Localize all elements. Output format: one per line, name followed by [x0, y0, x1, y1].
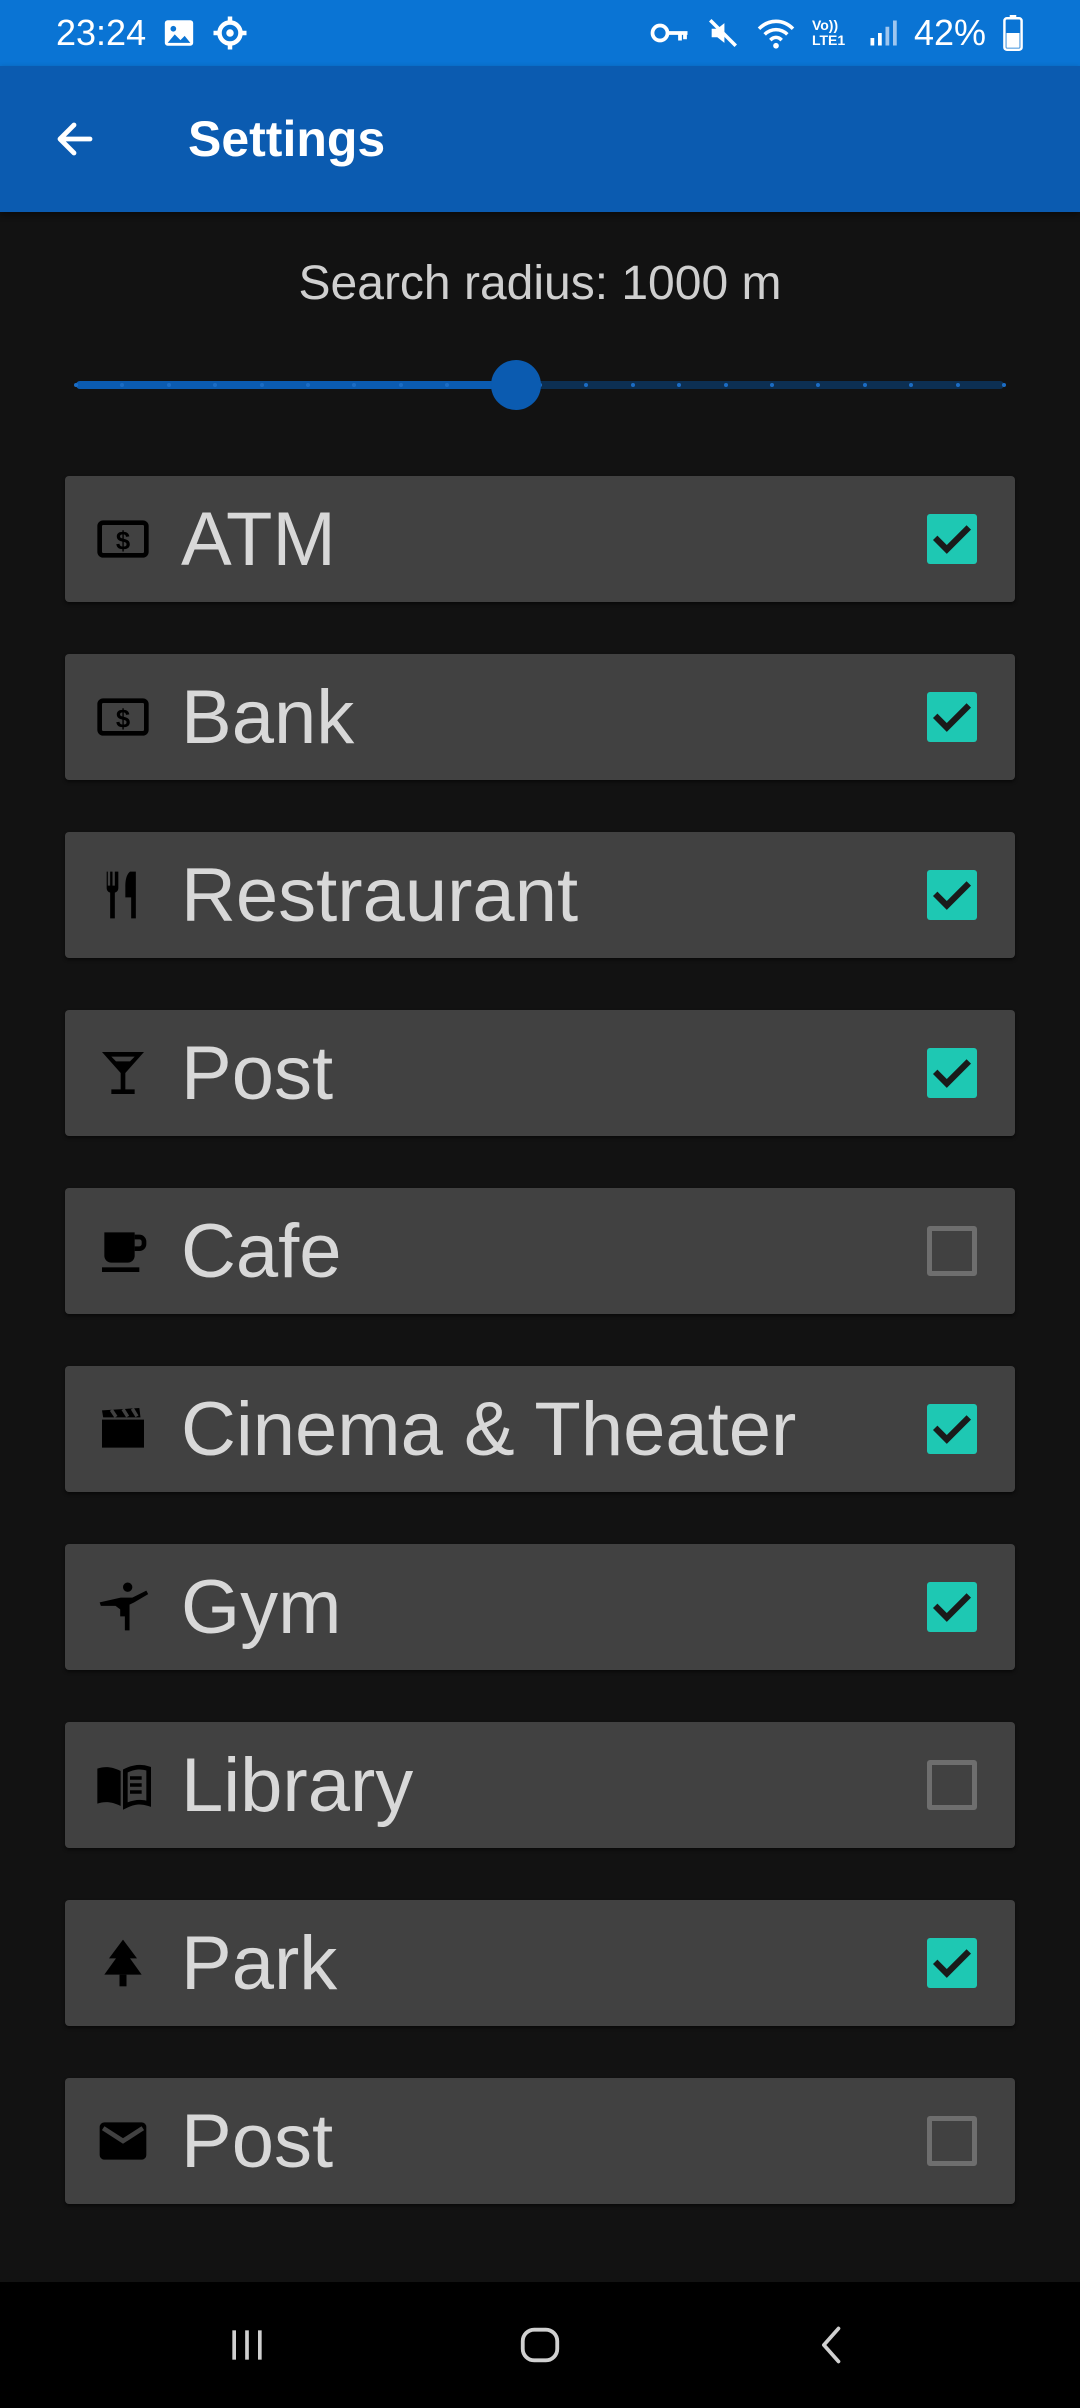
category-item[interactable]: Post — [65, 2078, 1015, 2204]
page-title: Settings — [188, 111, 386, 167]
slider-tick — [399, 383, 403, 387]
navigation-bar — [0, 2282, 1080, 2408]
category-label: Cafe — [181, 1208, 342, 1294]
svg-text:$: $ — [116, 706, 130, 734]
category-list: $ ATM $ Bank Restraurant Post Cafe Cinema & The… — [65, 476, 1015, 2256]
category-item[interactable]: Cinema & Theater — [65, 1366, 1015, 1492]
category-item[interactable]: Library — [65, 1722, 1015, 1848]
slider-tick — [770, 383, 774, 387]
slider-tick — [816, 383, 820, 387]
mail-icon — [95, 2113, 151, 2169]
slider-tick — [956, 383, 960, 387]
check-icon — [932, 881, 972, 910]
slider-tick — [909, 383, 913, 387]
volte-icon: Vo)) LTE1 — [811, 17, 846, 48]
slider-tick — [352, 383, 356, 387]
category-label: ATM — [181, 496, 336, 582]
home-icon — [520, 2327, 560, 2363]
vpn-key-icon — [650, 18, 690, 48]
check-icon — [932, 1593, 972, 1622]
wifi-icon — [756, 16, 796, 50]
slider-tick — [167, 383, 171, 387]
status-right: Vo)) LTE1 42% — [650, 12, 1024, 54]
slider-tick — [584, 383, 588, 387]
money-icon: $ — [95, 511, 151, 567]
clapperboard-icon — [95, 1401, 151, 1457]
category-checkbox[interactable] — [927, 1938, 977, 1988]
category-item[interactable]: Post — [65, 1010, 1015, 1136]
status-bar: 23:24 Vo)) LTE1 42% — [0, 0, 1080, 66]
slider-tick — [120, 383, 124, 387]
battery-icon — [1002, 15, 1024, 51]
slider-tick — [306, 383, 310, 387]
settings-screen: 23:24 Vo)) LTE1 42% Settings Search radi… — [0, 0, 1080, 2408]
category-label: Cinema & Theater — [181, 1386, 797, 1472]
svg-text:$: $ — [116, 528, 130, 556]
coffee-icon — [95, 1223, 151, 1279]
search-radius-slider[interactable] — [74, 360, 1006, 410]
book-icon — [95, 1757, 151, 1813]
martial-arts-icon — [95, 1579, 151, 1635]
category-checkbox[interactable] — [927, 1582, 977, 1632]
tree-icon — [95, 1935, 151, 1991]
arrow-left-icon — [57, 122, 93, 156]
image-icon — [162, 16, 196, 50]
category-label: Post — [181, 1030, 334, 1116]
check-icon — [932, 703, 972, 732]
category-label: Restraurant — [181, 852, 579, 938]
category-item[interactable]: Restraurant — [65, 832, 1015, 958]
recent-apps-button[interactable] — [207, 2305, 287, 2385]
slider-tick — [213, 383, 217, 387]
status-time: 23:24 — [56, 12, 147, 53]
category-checkbox[interactable] — [927, 870, 977, 920]
status-left: 23:24 — [56, 12, 248, 54]
slider-thumb[interactable] — [491, 360, 541, 410]
back-icon — [822, 2326, 841, 2364]
mute-icon — [706, 16, 740, 50]
category-item[interactable]: Gym — [65, 1544, 1015, 1670]
slider-tick — [631, 383, 635, 387]
category-item[interactable]: $ ATM — [65, 476, 1015, 602]
home-button[interactable] — [500, 2305, 580, 2385]
slider-tick — [74, 383, 78, 387]
category-checkbox[interactable] — [927, 1048, 977, 1098]
app-bar: Settings — [0, 66, 1080, 212]
money-icon: $ — [95, 689, 151, 745]
category-checkbox[interactable] — [927, 2116, 977, 2166]
gear-icon — [212, 15, 248, 51]
slider-tick — [677, 383, 681, 387]
category-checkbox[interactable] — [927, 1404, 977, 1454]
restaurant-icon — [95, 867, 151, 923]
search-radius-label: Search radius: 1000 m — [298, 257, 782, 310]
battery-percent: 42% — [913, 12, 986, 53]
category-label: Library — [181, 1742, 414, 1828]
category-label: Bank — [181, 674, 355, 760]
category-item[interactable]: Park — [65, 1900, 1015, 2026]
category-label: Gym — [181, 1564, 342, 1650]
category-label: Post — [181, 2098, 334, 2184]
slider-tick — [724, 383, 728, 387]
slider-tick — [1002, 383, 1006, 387]
nav-back-button[interactable] — [793, 2305, 873, 2385]
check-icon — [932, 1415, 972, 1444]
category-label: Park — [181, 1920, 338, 2006]
cocktail-icon — [95, 1045, 151, 1101]
check-icon — [932, 1949, 972, 1978]
category-item[interactable]: $ Bank — [65, 654, 1015, 780]
check-icon — [932, 525, 972, 554]
slider-tick — [260, 383, 264, 387]
category-checkbox[interactable] — [927, 1226, 977, 1276]
recent-apps-icon — [231, 2330, 262, 2360]
slider-tick — [863, 383, 867, 387]
check-icon — [932, 1059, 972, 1088]
category-checkbox[interactable] — [927, 1760, 977, 1810]
signal-icon — [868, 18, 898, 48]
category-item[interactable]: Cafe — [65, 1188, 1015, 1314]
category-checkbox[interactable] — [927, 514, 977, 564]
back-button[interactable] — [44, 109, 104, 169]
slider-tick — [445, 383, 449, 387]
category-checkbox[interactable] — [927, 692, 977, 742]
